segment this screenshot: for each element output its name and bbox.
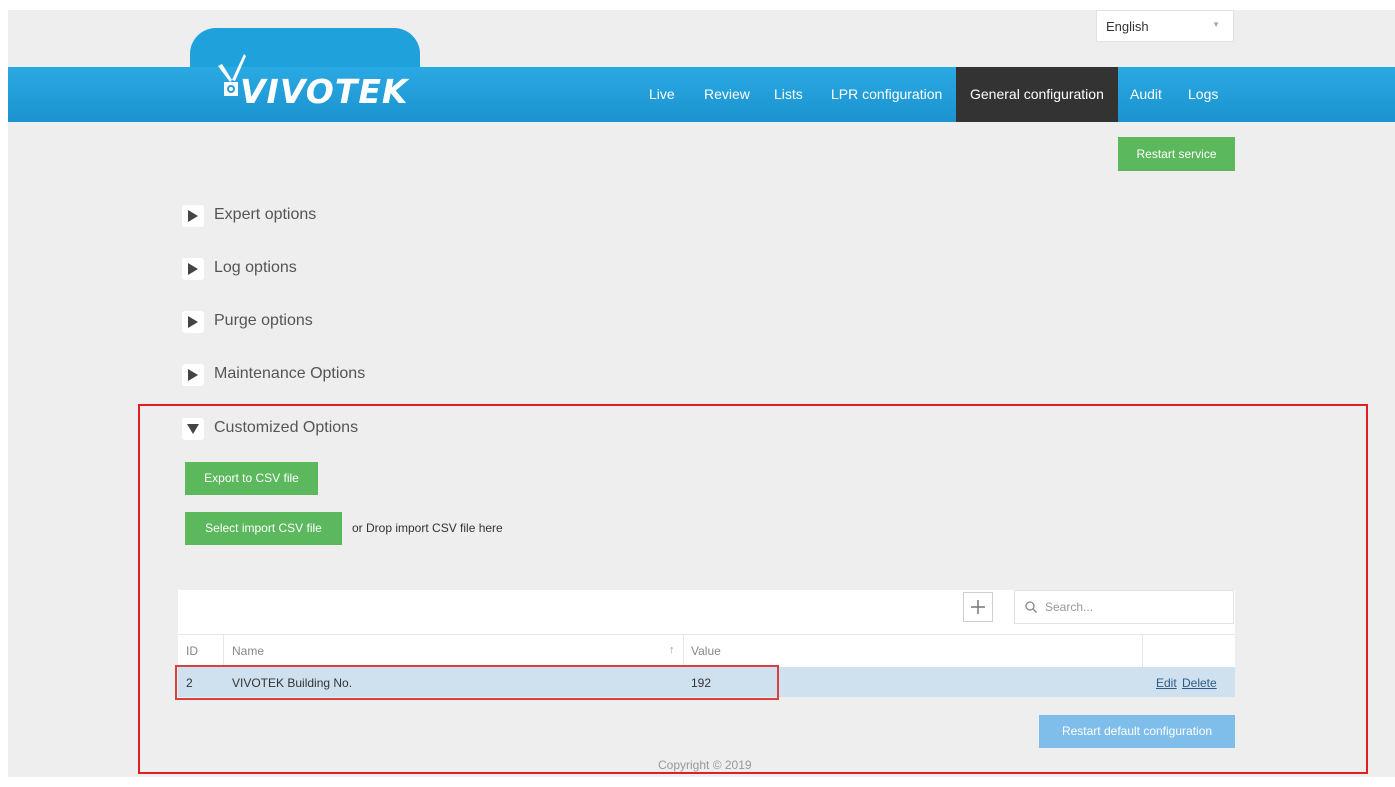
nav-lpr-configuration[interactable]: LPR configuration — [819, 67, 954, 122]
highlight-box-table-row — [175, 665, 779, 700]
nav-audit[interactable]: Audit — [1118, 67, 1174, 122]
expand-arrow-icon — [182, 311, 204, 333]
nav-logs[interactable]: Logs — [1176, 67, 1230, 122]
expand-arrow-icon — [182, 364, 204, 386]
language-value: English — [1106, 19, 1149, 34]
expand-arrow-icon — [182, 258, 204, 280]
nav-live[interactable]: Live — [637, 67, 687, 122]
nav-general-configuration[interactable]: General configuration — [956, 67, 1118, 122]
chevron-down-icon: ▼ — [1212, 20, 1220, 29]
section-label: Maintenance Options — [214, 365, 366, 382]
brand-wordmark: VIVOTEK — [240, 72, 409, 111]
highlight-box-customized-options — [138, 404, 1368, 774]
nav-lists[interactable]: Lists — [762, 67, 815, 122]
expand-arrow-icon — [182, 205, 204, 227]
language-select[interactable]: English ▼ — [1096, 10, 1234, 42]
nav-review[interactable]: Review — [692, 67, 762, 122]
section-label: Purge options — [214, 312, 313, 329]
restart-service-button[interactable]: Restart service — [1118, 137, 1235, 171]
section-label: Log options — [214, 259, 297, 276]
section-label: Expert options — [214, 206, 317, 223]
